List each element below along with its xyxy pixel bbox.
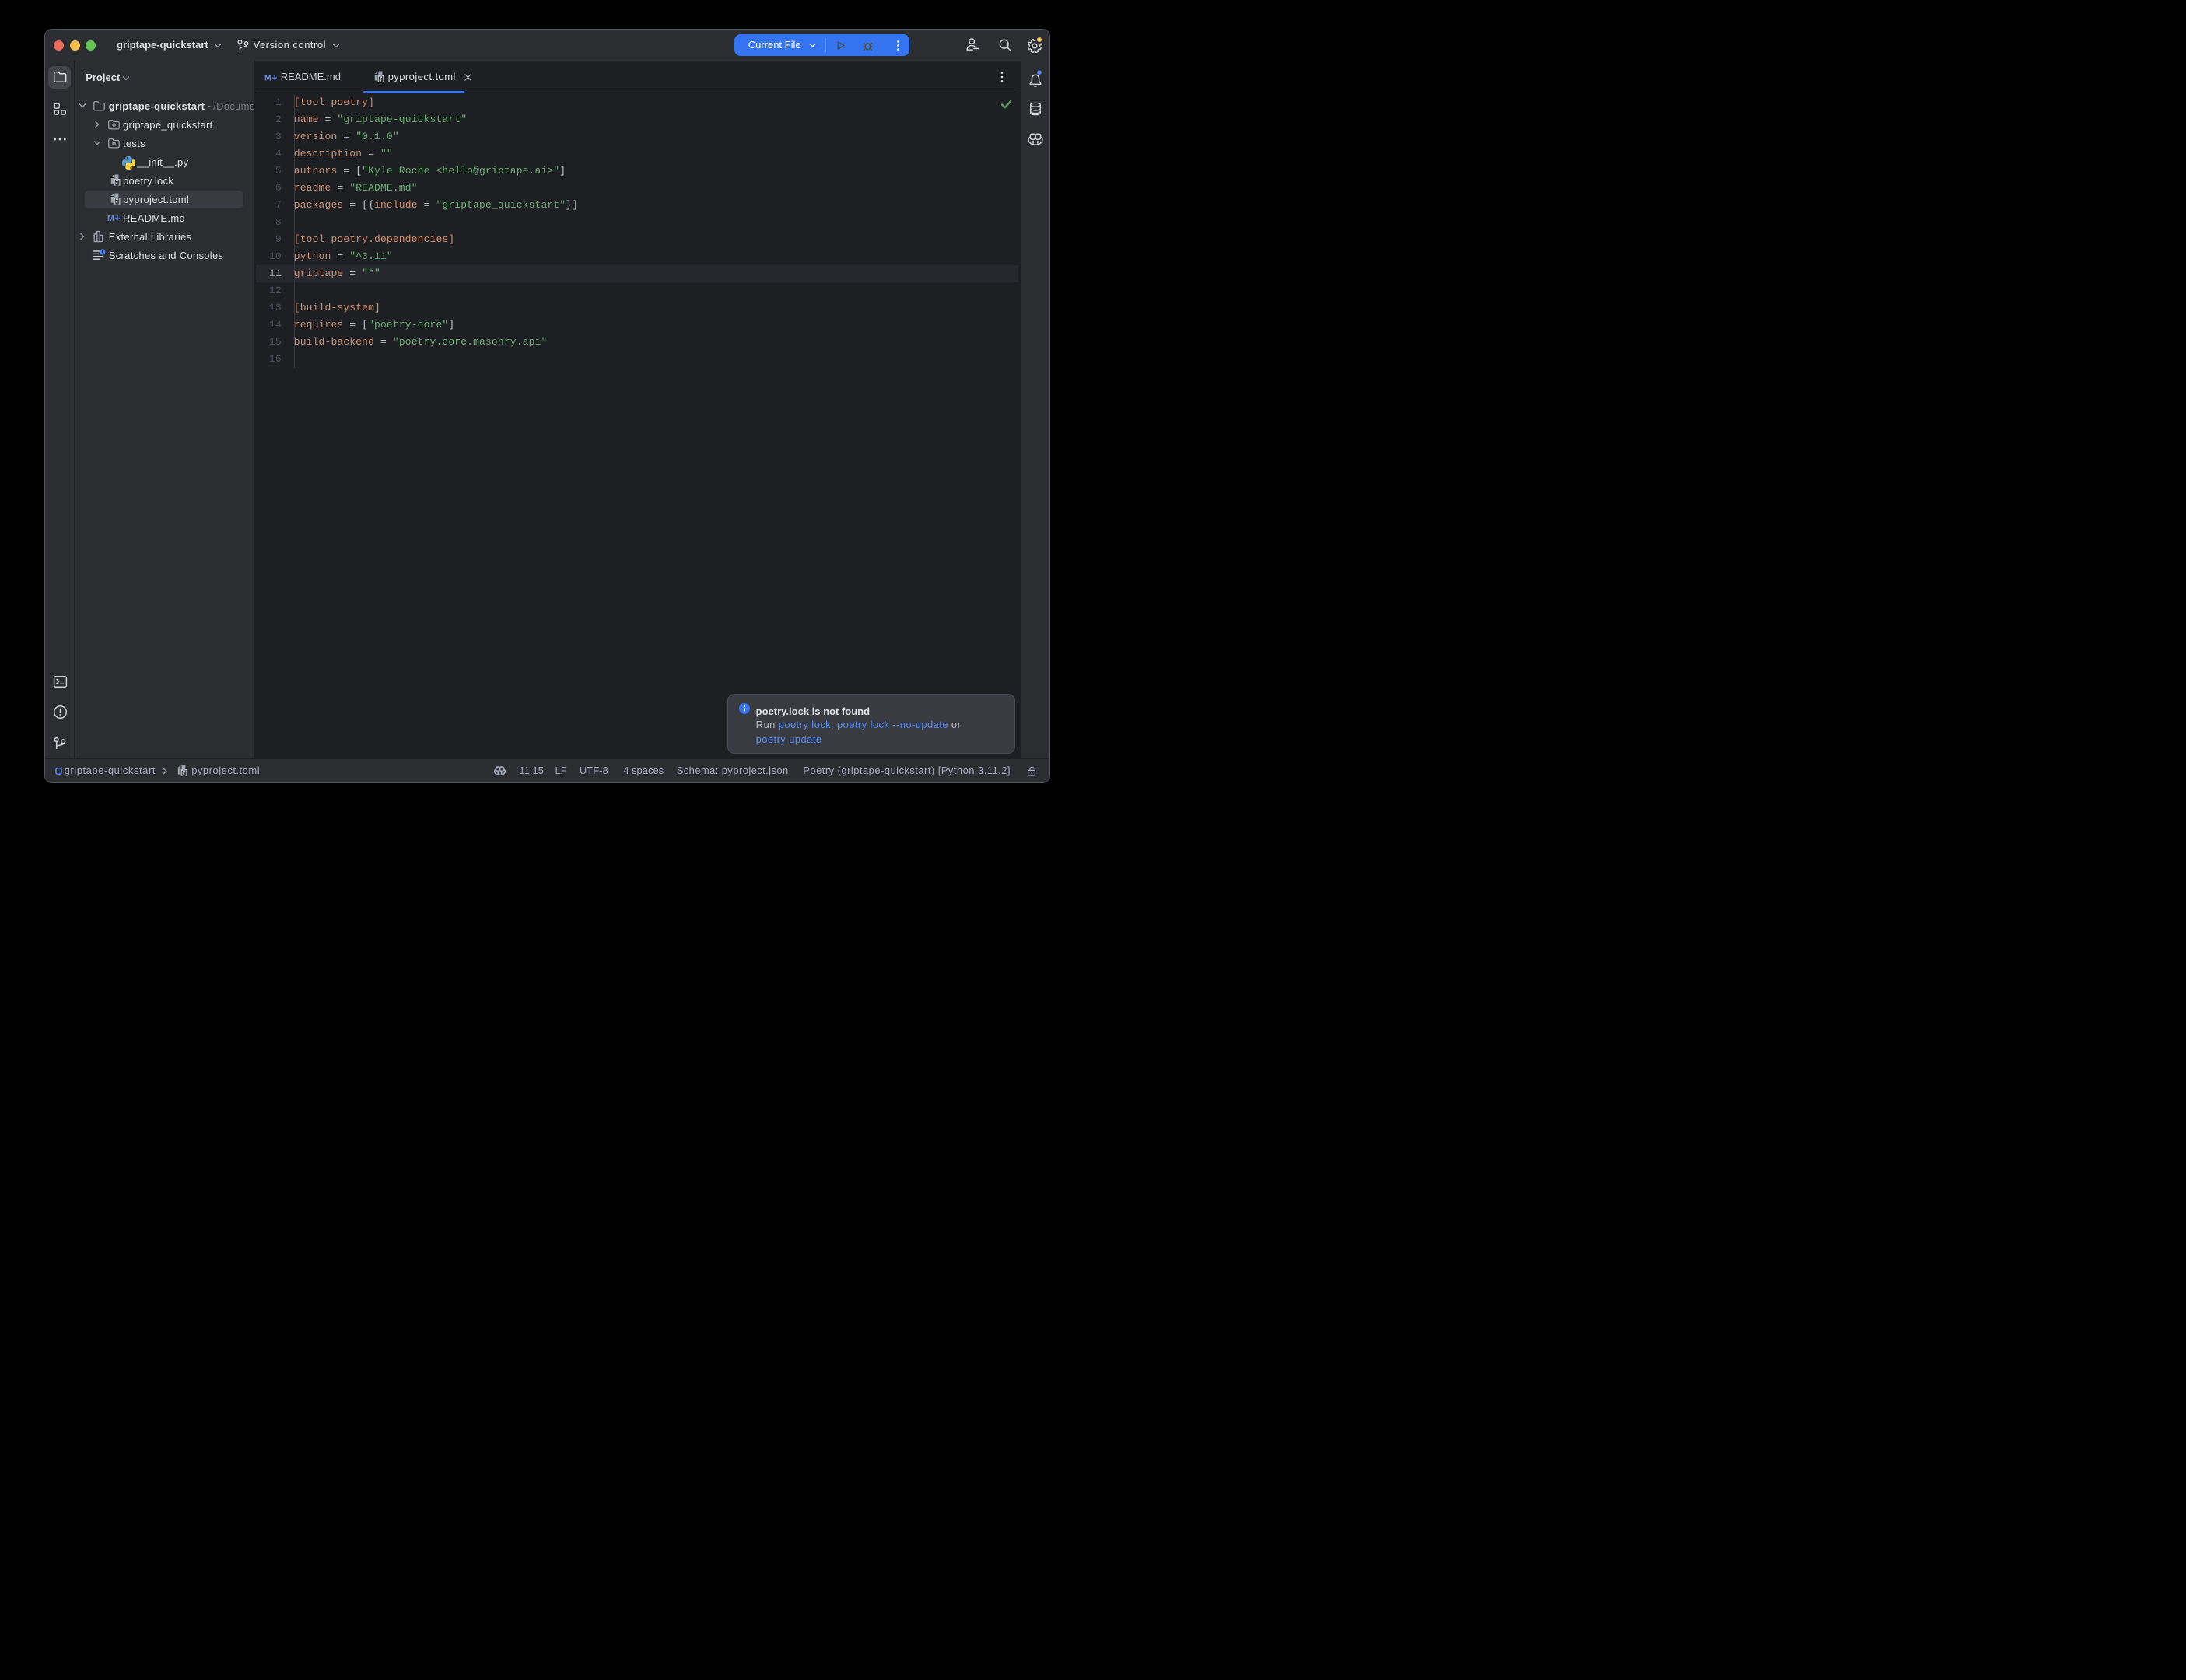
svg-text:M: M: [107, 214, 114, 223]
svg-text:M: M: [264, 73, 271, 82]
